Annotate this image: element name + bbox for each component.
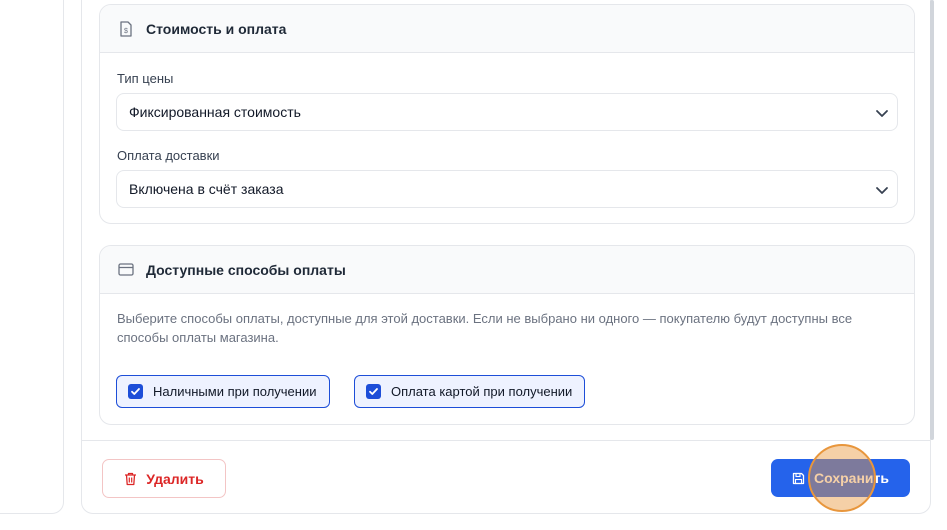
delivery-payment-select[interactable]: Включена в счёт заказа <box>116 170 898 208</box>
price-type-value: Фиксированная стоимость <box>129 104 301 120</box>
svg-text:$: $ <box>124 28 128 35</box>
payment-option-card[interactable]: Оплата картой при получении <box>354 375 586 408</box>
payment-option-label: Оплата картой при получении <box>391 384 573 399</box>
chevron-down-icon <box>875 183 889 197</box>
checkbox-checked-icon[interactable] <box>128 384 143 399</box>
checkbox-checked-icon[interactable] <box>366 384 381 399</box>
chevron-down-icon <box>875 106 889 120</box>
price-type-label: Тип цены <box>117 71 174 86</box>
payment-methods-card-title: Доступные способы оплаты <box>146 261 346 278</box>
trash-icon <box>124 472 137 486</box>
footer-divider <box>82 440 930 441</box>
payment-methods-description: Выберите способы оплаты, доступные для э… <box>117 311 853 345</box>
payment-methods-card: Доступные способы оплаты Выберите способ… <box>99 245 915 425</box>
payment-option-label: Наличными при получении <box>153 384 317 399</box>
floppy-disk-icon <box>792 472 805 485</box>
scrollbar[interactable] <box>930 0 934 440</box>
document-dollar-icon: $ <box>118 20 134 37</box>
payment-methods-card-header: Доступные способы оплаты <box>100 246 914 294</box>
delivery-settings-panel: $ Стоимость и оплата Тип цены Фиксирован… <box>81 0 931 514</box>
save-button-label: Сохранить <box>814 470 889 486</box>
pricing-card-title: Стоимость и оплата <box>146 20 287 37</box>
delivery-payment-label: Оплата доставки <box>117 148 220 163</box>
payment-option-cash[interactable]: Наличными при получении <box>116 375 330 408</box>
pricing-card: $ Стоимость и оплата Тип цены Фиксирован… <box>99 4 915 224</box>
delivery-payment-value: Включена в счёт заказа <box>129 181 284 197</box>
credit-card-icon <box>118 262 134 278</box>
save-button[interactable]: Сохранить <box>771 459 910 497</box>
delete-button[interactable]: Удалить <box>102 459 226 498</box>
delete-button-label: Удалить <box>146 470 204 487</box>
price-type-select[interactable]: Фиксированная стоимость <box>116 93 898 131</box>
pricing-card-header: $ Стоимость и оплата <box>100 5 914 53</box>
left-sidebar-panel <box>0 0 64 514</box>
